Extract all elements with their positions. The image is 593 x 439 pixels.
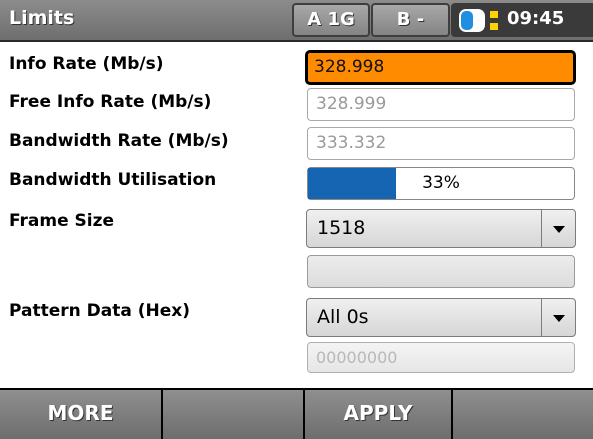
free-info-rate-field[interactable]: 328.999 — [307, 88, 575, 121]
bandwidth-utilisation-label: Bandwidth Utilisation — [9, 170, 217, 190]
pattern-data-value: All 0s — [317, 306, 369, 328]
chevron-down-icon[interactable] — [541, 210, 575, 247]
frame-size-value: 1518 — [317, 217, 366, 239]
frame-size-select[interactable]: 1518 — [306, 209, 576, 248]
softkey-4[interactable] — [453, 390, 593, 439]
port-b-indicator[interactable]: B - — [371, 3, 450, 37]
clock: 09:45 — [507, 8, 565, 29]
limits-screen: Limits A 1G B - 09:45 Info Rate (Mb/s) 3… — [0, 0, 593, 439]
bandwidth-utilisation-bar: 33% — [307, 167, 575, 200]
chevron-down-icon[interactable] — [541, 299, 575, 336]
hex-pattern-field: 00000000 — [307, 342, 575, 373]
softkey-bar: MORE APPLY — [0, 388, 593, 439]
info-rate-label: Info Rate (Mb/s) — [9, 54, 164, 74]
pattern-data-select[interactable]: All 0s — [306, 298, 576, 337]
header-bar: Limits A 1G B - 09:45 — [0, 0, 593, 42]
softkey-2[interactable] — [163, 390, 303, 439]
apply-button[interactable]: APPLY — [305, 390, 451, 439]
pattern-data-label: Pattern Data (Hex) — [9, 301, 191, 321]
status-area: 09:45 — [451, 3, 593, 37]
bandwidth-rate-field[interactable]: 333.332 — [307, 127, 575, 160]
page-title: Limits — [9, 7, 75, 29]
port-a-indicator[interactable]: A 1G — [292, 3, 370, 37]
frame-size-label: Frame Size — [9, 211, 115, 231]
info-rate-field[interactable]: 328.998 — [305, 50, 576, 85]
progress-value: 33% — [422, 173, 460, 193]
blank-field — [307, 255, 575, 288]
more-button[interactable]: MORE — [0, 390, 161, 439]
battery-icon — [456, 7, 502, 38]
free-info-rate-label: Free Info Rate (Mb/s) — [9, 92, 212, 112]
bandwidth-rate-label: Bandwidth Rate (Mb/s) — [9, 131, 229, 151]
